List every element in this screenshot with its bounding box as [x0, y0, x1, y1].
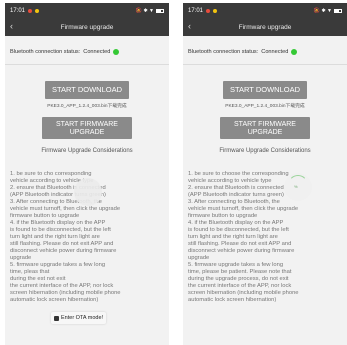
instruction-line: still flashing. Please do not exit APP a… — [10, 241, 114, 247]
app-icon — [54, 315, 59, 321]
loading-spinner — [74, 178, 102, 206]
instruction-line: the current interface of the APP, nor lo… — [10, 283, 114, 289]
instruction-line: the current interface of the APP, nor lo… — [188, 283, 292, 289]
divider — [183, 64, 347, 65]
bluetooth-label: Bluetooth connection status: — [10, 49, 81, 55]
status-bar: 17:01 🔕 ✱ ▼ — [183, 3, 347, 18]
progress-arc — [288, 175, 308, 195]
instruction-line: upgrade — [188, 255, 210, 261]
instruction-line: 5. firmware upgrade takes a few long — [10, 262, 106, 268]
instruction-line: screen hibernation (including mobile pho… — [188, 290, 299, 296]
notification-icon — [206, 8, 211, 13]
instruction-line: (APP Bluetooth indicator turns green) — [188, 192, 284, 198]
instruction-line: 4. if the Bluetooth display on the APP — [188, 220, 284, 226]
instruction-line: during the upgrade process, do not exit — [188, 276, 289, 282]
instruction-line: screen hibernation (including mobile pho… — [10, 290, 121, 296]
instruction-line: 1. be sure to choose the corresponding — [188, 171, 289, 177]
instruction-line: disconnect vehicle power during firmware — [188, 248, 295, 254]
instruction-line: firmware button to upgrade — [10, 213, 80, 219]
status-icons: 🔕 ✱ ▼ — [135, 7, 154, 14]
instruction-line: 4. if the Bluetooth display on the APP — [10, 220, 106, 226]
download-filename: PKE3.0_APP_1.2.4_003.bin下载完成 — [225, 104, 305, 109]
instruction-line: upgrade — [10, 255, 32, 261]
chevron-left-icon[interactable]: ‹ — [188, 21, 191, 31]
notification-icon — [213, 8, 218, 13]
download-filename: PKE3.0_APP_1.2.4_003.bin下载完成 — [47, 104, 127, 109]
bluetooth-status-value: Connected — [83, 49, 111, 55]
instruction-line: vehicle must turnoff, then click the upg… — [10, 206, 121, 212]
button-label-line: START FIRMWARE — [234, 120, 296, 128]
notification-icon — [35, 8, 40, 13]
phone-screen-left: 17:01 🔕 ✱ ▼ ‹ Firmware upgrade Bluetooth… — [5, 3, 169, 345]
start-download-button[interactable]: START DOWNLOAD — [45, 81, 129, 99]
chevron-left-icon[interactable]: ‹ — [10, 21, 13, 31]
toast-text: Enter OTA mode! — [61, 315, 104, 321]
button-label-line: START FIRMWARE — [56, 120, 118, 128]
instruction-line: firmware button to upgrade — [188, 213, 258, 219]
instruction-line: disconnect vehicle power during firmware — [10, 248, 117, 254]
start-firmware-upgrade-button[interactable]: START FIRMWARE UPGRADE — [220, 117, 310, 139]
instruction-line: is found to be disconnected, but the lef… — [10, 227, 111, 233]
nav-bar: ‹ Firmware upgrade — [183, 18, 347, 36]
status-time: 17:01 — [188, 7, 204, 14]
connected-indicator-icon — [291, 49, 298, 55]
page-title: Firmware upgrade — [60, 23, 114, 31]
instruction-line: automatic lock screen hibernation) — [10, 297, 99, 303]
progress-percent: % — [294, 184, 298, 189]
instructions-text: 1. be sure to choose the corresponding ve… — [183, 171, 347, 304]
button-label-line: UPGRADE — [69, 129, 105, 136]
bluetooth-status-row: Bluetooth connection status: Connected — [183, 46, 347, 58]
instruction-line: turn light and the right turn light are — [10, 234, 100, 240]
bluetooth-status-value: Connected — [261, 49, 289, 55]
start-firmware-upgrade-button[interactable]: START FIRMWARE UPGRADE — [42, 117, 132, 139]
status-bar: 17:01 🔕 ✱ ▼ — [5, 3, 169, 18]
instruction-line: vehicle according to vehicle type — [188, 178, 272, 184]
divider — [5, 64, 169, 65]
instruction-line: 2. ensure that Bluetooth is connected — [188, 185, 284, 191]
instruction-line: during the est not exit — [10, 276, 66, 282]
instruction-line: 3. After connecting to Bluetooth, the — [188, 199, 280, 205]
connected-indicator-icon — [113, 49, 120, 55]
instruction-line: turn light and the right turn light are — [188, 234, 278, 240]
page-title: Firmware upgrade — [238, 23, 292, 31]
considerations-title: Firmware Upgrade Considerations — [219, 148, 311, 154]
instruction-line: 5. firmware upgrade takes a few long — [188, 262, 284, 268]
battery-icon — [156, 8, 164, 13]
considerations-title: Firmware Upgrade Considerations — [41, 148, 133, 154]
status-time: 17:01 — [10, 7, 26, 14]
toast-message: Enter OTA mode! — [51, 312, 107, 324]
notification-icon — [28, 8, 33, 13]
start-download-button[interactable]: START DOWNLOAD — [223, 81, 307, 99]
bluetooth-status-row: Bluetooth connection status: Connected — [5, 46, 169, 58]
bluetooth-label: Bluetooth connection status: — [188, 49, 259, 55]
instruction-line: 1. be sure to cho corresponding — [10, 171, 92, 177]
instruction-line: vehicle must turnoff, then click the upg… — [188, 206, 299, 212]
nav-bar: ‹ Firmware upgrade — [5, 18, 169, 36]
button-label-line: UPGRADE — [247, 129, 283, 136]
instruction-line: time, pleas that — [10, 269, 50, 275]
instruction-line: still flashing. Please do not exit APP a… — [188, 241, 292, 247]
upgrade-progress-spinner: % — [284, 173, 312, 201]
phone-screen-right: 17:01 🔕 ✱ ▼ ‹ Firmware upgrade Bluetooth… — [183, 3, 347, 345]
instruction-line: time, please be patient. Please note tha… — [188, 269, 292, 275]
instruction-line: automatic lock screen hibernation) — [188, 297, 277, 303]
instruction-line: is found to be disconnected, but the lef… — [188, 227, 289, 233]
battery-icon — [334, 8, 342, 13]
status-icons: 🔕 ✱ ▼ — [313, 7, 332, 14]
